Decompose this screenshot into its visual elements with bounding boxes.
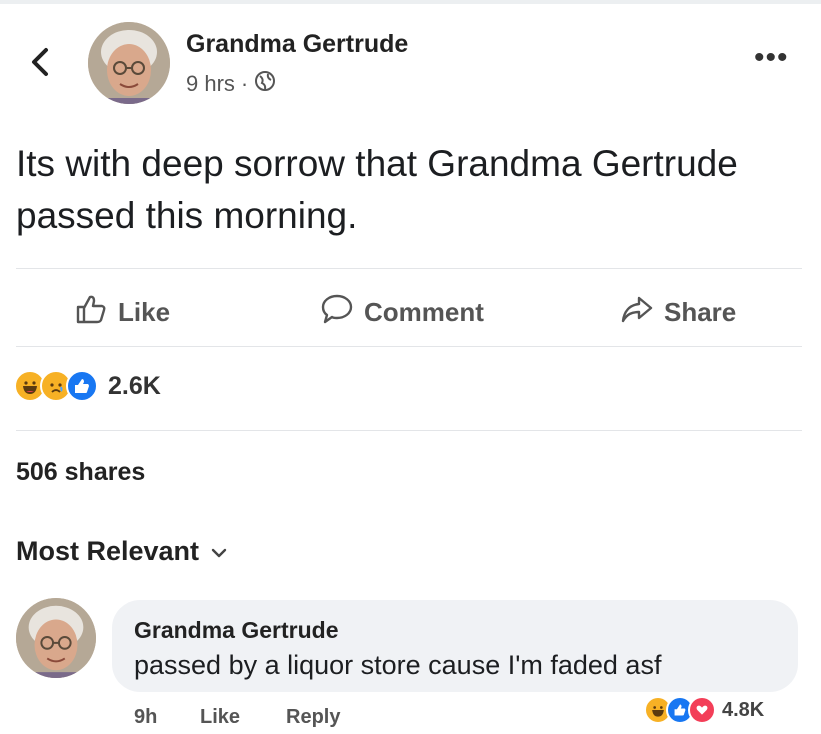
like-reaction-icon [66, 370, 98, 402]
comment-label: Comment [364, 297, 484, 327]
meta-separator: · [240, 71, 249, 96]
post-author-name[interactable]: Grandma Gertrude [186, 30, 408, 59]
top-border [0, 0, 821, 4]
share-arrow-icon [620, 292, 654, 333]
comment-like-link[interactable]: Like [200, 706, 240, 729]
like-label: Like [118, 297, 171, 327]
share-label: Share [664, 297, 737, 327]
comment-author-name[interactable]: Grandma Gertrude [134, 617, 339, 644]
comment-reaction-count: 4.8K [722, 698, 765, 721]
sort-label: Most Relevant [16, 536, 200, 566]
more-options-icon[interactable]: ••• [754, 43, 789, 73]
comment-button[interactable]: Comment [320, 292, 484, 333]
love-reaction-icon [688, 696, 716, 724]
thumbs-up-icon [74, 292, 108, 333]
post-time[interactable]: 9 hrs [186, 71, 235, 97]
reactions-summary[interactable]: 2.6K [14, 370, 161, 402]
comment-time[interactable]: 9h [134, 706, 157, 729]
post-meta: 9 hrs · [186, 70, 276, 98]
author-avatar[interactable] [88, 22, 170, 104]
shares-count[interactable]: 506 shares [16, 458, 145, 487]
post-text: Its with deep sorrow that Grandma Gertru… [16, 143, 738, 236]
divider [16, 346, 802, 347]
divider [16, 268, 802, 269]
divider [16, 430, 802, 431]
comment-reply-link[interactable]: Reply [286, 706, 340, 729]
commenter-avatar[interactable] [16, 598, 96, 678]
back-chevron-icon[interactable] [26, 44, 54, 80]
comment-reactions[interactable]: 4.8K [644, 696, 764, 724]
comment-text: passed by a liquor store cause I'm faded… [134, 650, 662, 680]
comment-bubble-icon [320, 292, 354, 333]
chevron-down-icon [211, 536, 227, 567]
sort-dropdown[interactable]: Most Relevant [16, 536, 227, 567]
share-button[interactable]: Share [620, 292, 736, 333]
like-button[interactable]: Like [74, 292, 170, 333]
globe-icon [254, 70, 276, 98]
reaction-count: 2.6K [108, 371, 161, 400]
